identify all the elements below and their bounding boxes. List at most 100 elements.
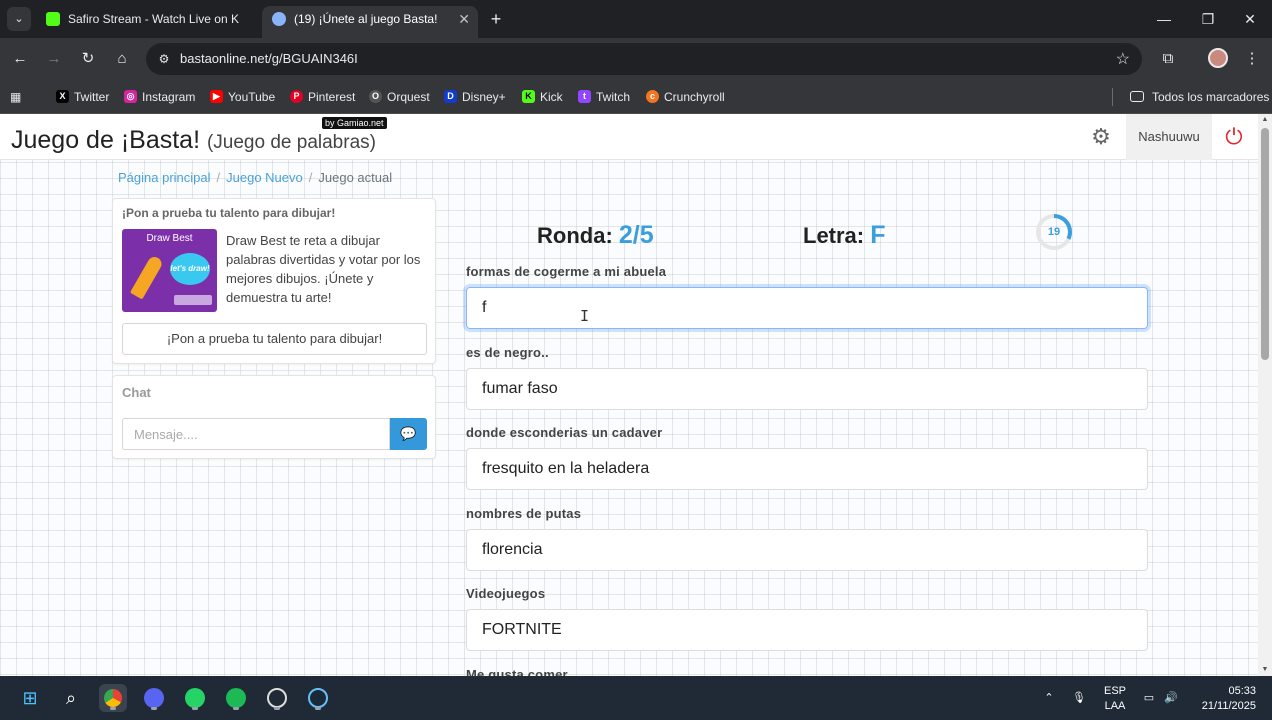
close-tab-icon[interactable]: ✕ — [458, 6, 470, 32]
category-label: Videojuegos — [466, 586, 546, 601]
obs-icon[interactable] — [263, 684, 291, 712]
x-logo-icon: X — [56, 90, 69, 103]
back-icon[interactable]: ← — [8, 47, 32, 71]
category-label: es de negro.. — [466, 345, 549, 360]
bookmark-orquest[interactable]: O Orquest — [369, 87, 430, 107]
menu-icon[interactable]: ⋮ — [1240, 47, 1264, 71]
bookmark-star-icon[interactable]: ☆ — [1116, 49, 1130, 69]
whatsapp-icon[interactable] — [181, 684, 209, 712]
bookmark-twitter[interactable]: X Twitter — [56, 87, 109, 107]
profile-avatar[interactable] — [1208, 48, 1228, 68]
countdown-timer: 19 — [1034, 212, 1074, 252]
draw-best-image-title: Draw Best — [146, 233, 193, 244]
username-button[interactable]: Nashuuwu — [1126, 114, 1212, 160]
bookmark-disney[interactable]: D Disney+ — [444, 87, 506, 107]
send-chat-icon[interactable]: 💬 — [390, 418, 427, 450]
reload-icon[interactable]: ↻ — [76, 47, 100, 71]
extensions-icon[interactable]: ⧉ — [1156, 47, 1180, 71]
answer-field-6: Me gusta comer — [466, 667, 1148, 676]
bookmark-twitch[interactable]: t Twitch — [578, 87, 630, 107]
draw-best-promo-card: ¡Pon a prueba tu talento para dibujar! D… — [112, 198, 436, 364]
tab-label: (19) ¡Únete al juego Basta! — [294, 12, 438, 26]
youtube-icon: ▶ — [210, 90, 223, 103]
bookmark-kick[interactable]: K Kick — [522, 87, 563, 107]
bookmark-youtube[interactable]: ▶ YouTube — [210, 87, 275, 107]
basta-favicon-icon — [272, 12, 286, 26]
windows-start-icon[interactable]: ⊞ — [16, 684, 44, 712]
letter-value: F — [870, 221, 886, 249]
kick-icon: K — [522, 90, 535, 103]
scroll-down-icon[interactable]: ▼ — [1258, 664, 1272, 676]
crunchyroll-icon: c — [646, 90, 659, 103]
apps-icon[interactable]: ▦ — [10, 87, 21, 107]
rocket-pencil-icon — [129, 254, 165, 300]
network-icon[interactable]: ▭ — [1140, 676, 1158, 720]
round-label: Ronda: — [537, 223, 613, 248]
browser-toolbar: ← → ↻ ⌂ ⚙ bastaonline.net/g/BGUAIN346I ☆… — [0, 38, 1272, 80]
answer-input[interactable] — [466, 448, 1148, 490]
chat-message-input[interactable] — [122, 418, 390, 450]
breadcrumb: Página principal / Juego Nuevo / Juego actua… — [118, 170, 392, 185]
tab-search-icon[interactable]: ⌄ — [7, 7, 31, 31]
category-label: formas de cogerme a mi abuela — [466, 264, 667, 279]
answer-input[interactable] — [466, 368, 1148, 410]
category-label: Me gusta comer — [466, 667, 568, 676]
bookmarks-divider — [1112, 88, 1113, 106]
text-cursor-icon: I — [580, 307, 590, 325]
chrome-icon[interactable] — [99, 684, 127, 712]
scrollbar-thumb[interactable] — [1261, 128, 1269, 360]
breadcrumb-home-link[interactable]: Página principal — [118, 170, 211, 185]
answer-input[interactable] — [466, 529, 1148, 571]
draw-best-button[interactable]: ¡Pon a prueba tu talento para dibujar! — [122, 323, 427, 355]
restore-button[interactable]: ❐ — [1186, 0, 1230, 38]
answer-field-5: Videojuegos — [466, 586, 1148, 651]
close-window-button[interactable]: ✕ — [1228, 0, 1272, 38]
scroll-up-icon[interactable]: ▲ — [1258, 114, 1272, 126]
page-content: Juego de ¡Basta! (Juego de palabras) by … — [0, 114, 1258, 676]
round-value: 2/5 — [618, 221, 654, 249]
gamiao-badge[interactable]: by Gamiao.net — [322, 117, 387, 129]
answer-input[interactable] — [466, 287, 1148, 329]
home-icon[interactable]: ⌂ — [110, 47, 134, 71]
answer-input[interactable] — [466, 609, 1148, 651]
site-title[interactable]: Juego de ¡Basta! (Juego de palabras) — [11, 126, 376, 155]
answer-field-4: nombres de putas — [466, 506, 1148, 571]
breadcrumb-current: Juego actual — [318, 170, 393, 185]
breadcrumb-separator: / — [216, 170, 221, 185]
chat-heading: Chat — [122, 385, 151, 400]
site-info-icon[interactable]: ⚙ — [156, 51, 172, 67]
publisher-logo-icon — [174, 295, 212, 305]
bookmark-instagram[interactable]: ◎ Instagram — [124, 87, 195, 107]
steam-icon[interactable] — [304, 684, 332, 712]
volume-icon[interactable]: 🔊 — [1162, 676, 1180, 720]
draw-best-image[interactable]: Draw Best let's draw! — [122, 229, 217, 312]
search-icon[interactable]: ⌕ — [57, 684, 85, 712]
tab-safiro-stream[interactable]: Safiro Stream - Watch Live on K — [36, 6, 258, 38]
spotify-icon[interactable] — [222, 684, 250, 712]
breadcrumb-new-game-link[interactable]: Juego Nuevo — [226, 170, 303, 185]
power-logout-icon[interactable]: ⏻ — [1220, 123, 1248, 151]
new-tab-button[interactable]: + — [486, 6, 506, 32]
page-scrollbar[interactable]: ▲ ▼ — [1258, 114, 1272, 676]
category-label: nombres de putas — [466, 506, 582, 521]
microphone-icon[interactable]: 🎙 — [1070, 676, 1088, 720]
tab-basta-active[interactable]: (19) ¡Únete al juego Basta! ✕ — [262, 6, 478, 38]
url-text: bastaonline.net/g/BGUAIN346I — [180, 51, 358, 66]
windows-taskbar: ⊞ ⌕ ⌃ 🎙 ESP LAA ▭ 🔊 05:33 21/11/2025 — [0, 676, 1272, 720]
pinterest-icon: P — [290, 90, 303, 103]
minimize-button[interactable]: — — [1142, 0, 1186, 38]
round-indicator: Ronda: 2/5 — [537, 221, 654, 250]
site-navbar: Juego de ¡Basta! (Juego de palabras) by … — [0, 114, 1258, 160]
address-bar[interactable]: ⚙ bastaonline.net/g/BGUAIN346I ☆ — [146, 43, 1142, 75]
tray-overflow-icon[interactable]: ⌃ — [1040, 676, 1058, 720]
letter-label: Letra: — [803, 223, 865, 248]
bookmark-crunchyroll[interactable]: c Crunchyroll — [646, 87, 725, 107]
discord-icon[interactable] — [140, 684, 168, 712]
forward-icon[interactable]: → — [42, 47, 66, 71]
all-bookmarks[interactable]: Todos los marcadores — [1130, 87, 1269, 107]
tab-label: Safiro Stream - Watch Live on K — [68, 12, 239, 26]
language-indicator[interactable]: ESP LAA — [1100, 676, 1130, 720]
system-clock[interactable]: 05:33 21/11/2025 — [1202, 684, 1256, 714]
settings-gear-icon[interactable]: ⚙ — [1088, 124, 1114, 150]
bookmark-pinterest[interactable]: P Pinterest — [290, 87, 355, 107]
